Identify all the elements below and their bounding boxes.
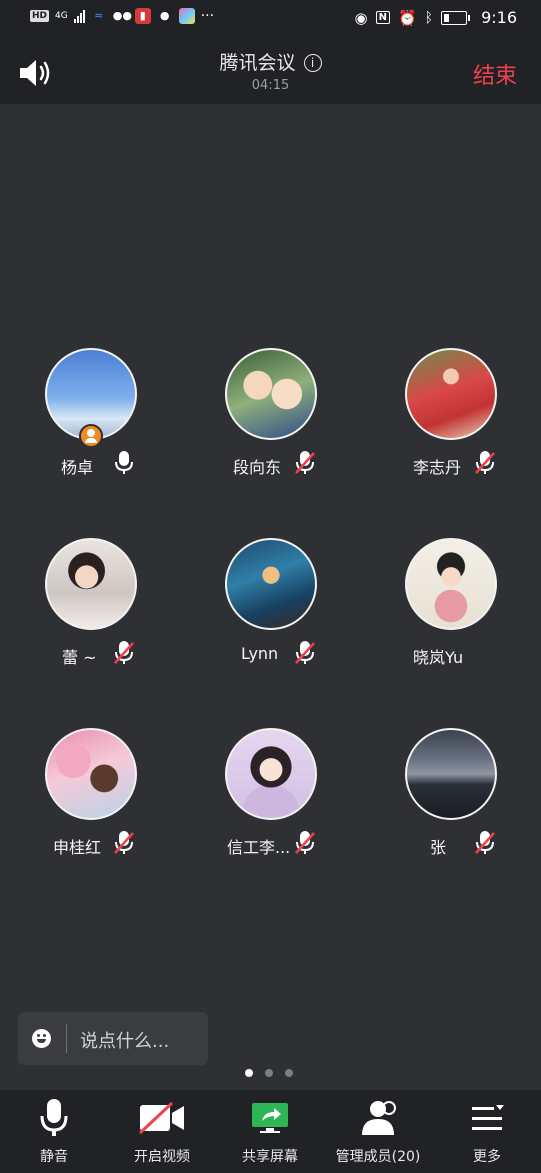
- message-icon: ●: [159, 9, 170, 22]
- eye-icon: ◉: [354, 8, 368, 27]
- end-meeting-button[interactable]: 结束: [473, 58, 517, 90]
- share-screen-icon: [216, 1098, 324, 1138]
- host-icon: [79, 424, 103, 448]
- page-dot-3: [285, 1069, 293, 1077]
- microphone-muted-icon: [294, 640, 316, 666]
- bottom-toolbar: 静音 开启视频 共享屏幕 管理成员(20) 更多: [0, 1090, 541, 1173]
- meeting-title-text: 腾讯会议: [219, 52, 296, 74]
- mute-label: 静音: [40, 1149, 68, 1165]
- page-dot-2: [265, 1069, 273, 1077]
- status-bar: HD 4G ≈ ●● ▮ ● ··· ◉ N ⏰ ᛒ 9:16: [0, 0, 541, 36]
- network-type: 4G: [55, 10, 68, 21]
- microphone-muted-icon: [474, 450, 496, 476]
- microphone-muted-icon: [294, 830, 316, 856]
- avatar-lei[interactable]: [45, 538, 137, 630]
- more-menu-icon: [433, 1098, 541, 1138]
- microphone-muted-icon: [113, 640, 135, 666]
- more-label: 更多: [473, 1149, 501, 1165]
- participant-name: 杨卓: [61, 458, 94, 477]
- members-icon: [324, 1098, 432, 1138]
- more-dots-icon: ···: [200, 8, 215, 24]
- recorder-icon: ▮: [134, 8, 151, 24]
- participant-name: 段向东: [233, 458, 282, 477]
- signal-icon: [73, 9, 85, 23]
- more-button[interactable]: 更多: [433, 1090, 541, 1173]
- wechat-icon: ●●: [112, 9, 132, 22]
- mute-button[interactable]: 静音: [0, 1090, 108, 1173]
- share-screen-label: 共享屏幕: [242, 1149, 298, 1165]
- start-video-label: 开启视频: [134, 1149, 190, 1165]
- app-icon: ≈: [94, 9, 104, 22]
- participant-name: 晓岚Yu: [413, 648, 464, 667]
- video-off-icon: [108, 1098, 216, 1138]
- info-icon[interactable]: i: [303, 54, 322, 72]
- share-screen-button[interactable]: 共享屏幕: [216, 1090, 324, 1173]
- battery-icon: [441, 10, 471, 25]
- participant-name: 申桂红: [53, 838, 102, 857]
- microphone-muted-icon: [474, 830, 496, 856]
- meeting-timer: 04:15: [251, 78, 290, 93]
- page-indicator: [245, 1069, 293, 1077]
- microphone-muted-icon: [294, 450, 316, 476]
- page-dot-1: [245, 1069, 253, 1077]
- start-video-button[interactable]: 开启视频: [108, 1090, 216, 1173]
- chat-placeholder: 说点什么...: [80, 1031, 170, 1052]
- chat-input[interactable]: 说点什么...: [18, 1012, 208, 1065]
- meeting-title[interactable]: 腾讯会议 i: [0, 48, 541, 75]
- avatar-shenguihong[interactable]: [45, 728, 137, 820]
- avatar-lizhidan[interactable]: [405, 348, 497, 440]
- participant-name: 蕾 ~: [62, 648, 97, 667]
- avatar-lynn[interactable]: [225, 538, 317, 630]
- hd-icon: HD: [30, 10, 50, 22]
- avatar-xiaolanyu[interactable]: [405, 538, 497, 630]
- divider: [66, 1024, 67, 1053]
- participant-name: Lynn: [241, 644, 279, 663]
- meeting-header: 腾讯会议 i 04:15 结束: [0, 36, 541, 104]
- emoji-icon[interactable]: [32, 1029, 51, 1048]
- participant-name: 李志丹: [413, 458, 462, 477]
- microphone-icon: [0, 1098, 108, 1138]
- bluetooth-icon: ᛒ: [424, 9, 434, 26]
- microphone-icon: [113, 450, 135, 476]
- nfc-icon: N: [375, 11, 390, 24]
- participant-name: 信工李...: [227, 838, 291, 857]
- avatar-xingongli[interactable]: [225, 728, 317, 820]
- avatar-duanxiangdong[interactable]: [225, 348, 317, 440]
- manage-members-button[interactable]: 管理成员(20): [324, 1090, 432, 1173]
- status-time: 9:16: [481, 8, 517, 27]
- microphone-muted-icon: [113, 830, 135, 856]
- avatar-zhang[interactable]: [405, 728, 497, 820]
- manage-members-label: 管理成员(20): [335, 1149, 421, 1165]
- participant-name: 张: [430, 838, 447, 857]
- alarm-icon: ⏰: [397, 8, 417, 27]
- gallery-icon: [178, 8, 195, 24]
